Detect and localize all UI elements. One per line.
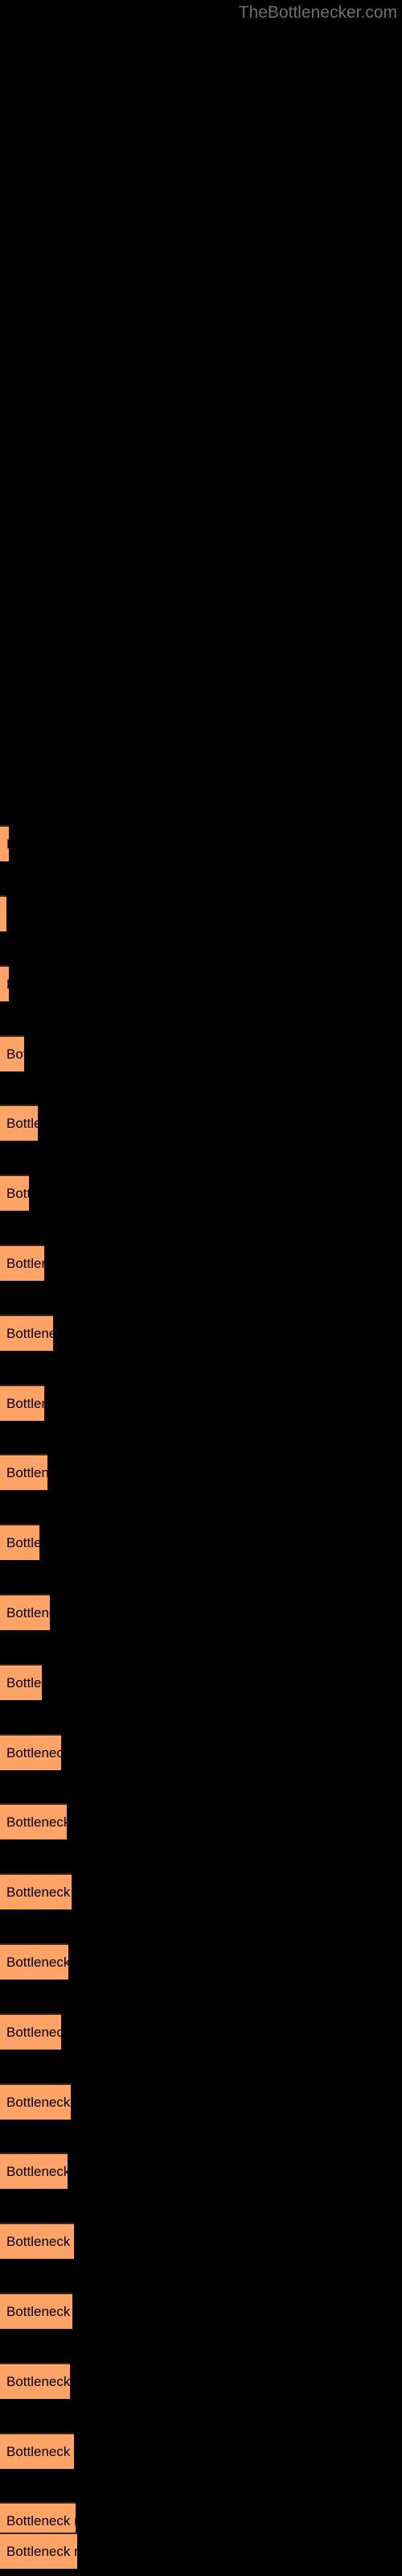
bar-result-4: Bottleneck result	[0, 1035, 24, 1071]
bar-label: Bottleneck result	[6, 1604, 50, 1620]
bar-result-2: Bottleneck result	[0, 895, 6, 931]
bar-label: Bottleneck result	[6, 1255, 44, 1271]
bar-label: Bottleneck result	[6, 2094, 71, 2110]
bar-label: Bottleneck result	[6, 2543, 77, 2559]
bar-result-20: Bottleneck result	[0, 2153, 68, 2189]
bar-result-14: Bottleneck result	[0, 1734, 61, 1770]
bar-label: Bottleneck result	[6, 1534, 39, 1550]
bar-result-1: Bottleneck result	[0, 825, 9, 861]
bar-label: Bottleneck result	[6, 836, 9, 852]
bar-label: Bottleneck result	[6, 1884, 72, 1900]
bar-result-17: Bottleneck result	[0, 1943, 68, 1979]
bar-label: Bottleneck result	[6, 2373, 70, 2389]
bar-result-13: Bottleneck result	[0, 1664, 42, 1700]
page-root: TheBottlenecker.com Bottleneck resultBot…	[0, 0, 402, 2576]
bar-label: Bottleneck result	[6, 976, 9, 993]
bar-result-5: Bottleneck result	[0, 1104, 38, 1141]
bar-result-15: Bottleneck result	[0, 1803, 67, 1839]
bar-result-11: Bottleneck result	[0, 1524, 39, 1560]
bar-label: Bottleneck result	[6, 2512, 76, 2529]
bar-label: Bottleneck result	[6, 1395, 44, 1411]
bar-label: Bottleneck result	[6, 1185, 29, 1201]
bar-label: Bottleneck result	[6, 1115, 38, 1131]
bar-label: Bottleneck result	[6, 2024, 61, 2040]
bar-result-26: Bottleneck result	[0, 2533, 77, 2569]
bar-label: Bottleneck result	[6, 2233, 74, 2249]
bar-result-12: Bottleneck result	[0, 1594, 50, 1630]
bar-result-21: Bottleneck result	[0, 2223, 74, 2259]
bar-result-19: Bottleneck result	[0, 2083, 71, 2120]
bar-result-9: Bottleneck result	[0, 1385, 44, 1421]
bar-result-23: Bottleneck result	[0, 2363, 70, 2399]
bar-result-8: Bottleneck result	[0, 1315, 53, 1351]
bar-result-22: Bottleneck result	[0, 2293, 72, 2329]
bar-result-7: Bottleneck result	[0, 1245, 44, 1281]
bar-result-6: Bottleneck result	[0, 1174, 29, 1211]
bar-label: Bottleneck result	[6, 1464, 47, 1480]
bar-label: Bottleneck result	[6, 1674, 42, 1690]
bottleneck-bar-chart: Bottleneck result Bottleneck result Bottle…	[0, 0, 402, 2576]
bar-label: Bottleneck result	[6, 1954, 68, 1970]
bar-label: Bottleneck result	[6, 1814, 67, 1830]
bar-label: Bottleneck result	[6, 1046, 24, 1062]
bar-result-16: Bottleneck result	[0, 1873, 72, 1909]
bar-label: Bottleneck result	[6, 2443, 74, 2459]
bar-label: Bottleneck result	[6, 2163, 68, 2179]
bar-result-24: Bottleneck result	[0, 2433, 74, 2469]
bar-label: Bottleneck result	[6, 1325, 53, 1341]
bar-label: Bottleneck result	[6, 1744, 61, 1761]
bar-result-18: Bottleneck result	[0, 2013, 61, 2050]
bar-result-3: Bottleneck result	[0, 965, 9, 1001]
bar-result-10: Bottleneck result	[0, 1454, 47, 1490]
bar-label: Bottleneck result	[6, 2303, 72, 2319]
